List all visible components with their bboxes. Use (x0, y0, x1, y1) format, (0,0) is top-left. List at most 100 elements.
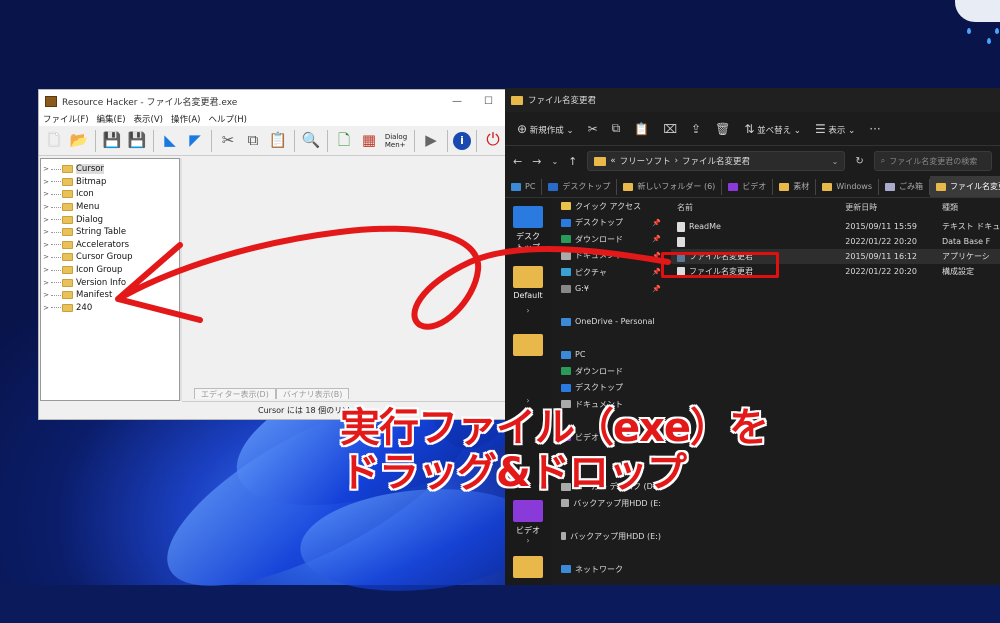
copy-icon[interactable]: ⧉ (242, 130, 264, 152)
add-image-icon[interactable]: ▦ (358, 130, 380, 152)
rail-folder[interactable] (513, 556, 543, 581)
tree-item-icon[interactable]: > Icon (41, 188, 179, 201)
tree-item-icon-group[interactable]: > Icon Group (41, 264, 179, 277)
compile-back-icon[interactable]: ◣ (159, 130, 181, 152)
share-icon[interactable]: ⇪ (691, 122, 701, 136)
tab-new-folder[interactable]: 新しいフォルダー (6) (617, 178, 723, 195)
plus-icon: ⊕ (517, 121, 528, 136)
new-file-icon[interactable]: 🗋 (43, 130, 65, 152)
nav-item-label: ドキュメント (575, 251, 623, 261)
tree-item-menu[interactable]: > Menu (41, 201, 179, 214)
tab-editor-view[interactable]: エディター表示(D) (194, 388, 276, 399)
weather-widget[interactable] (955, 0, 1000, 22)
dialog-menu-button[interactable]: Dialog Men+ (383, 130, 409, 152)
run-icon[interactable]: ▶ (420, 130, 442, 152)
nav-item[interactable]: ダウンロード (561, 363, 661, 380)
nav-item[interactable]: デスクトップ (561, 380, 661, 397)
file-row[interactable]: 2022/01/22 20:20 Data Base F (671, 234, 1000, 249)
rail-folder[interactable] (513, 334, 543, 359)
delete-icon[interactable]: 🗑 (715, 122, 730, 136)
maximize-button[interactable]: ☐ (484, 96, 493, 107)
rail-default[interactable]: Default (513, 266, 543, 300)
tab-current-folder[interactable]: ファイル名変更君 (930, 176, 1000, 197)
nav-item[interactable]: クイック アクセス (561, 198, 661, 215)
cut-icon[interactable]: ✂ (588, 122, 598, 136)
add-resource-icon[interactable]: 🗋 (333, 130, 355, 152)
tree-item-240[interactable]: >240 (41, 302, 179, 315)
recycle-bin-icon (885, 182, 896, 191)
expand-chevron-icon[interactable]: › (513, 536, 543, 545)
up-arrow-icon[interactable]: ↑ (568, 155, 577, 168)
menu-file[interactable]: ファイル(F) (43, 113, 89, 125)
info-icon[interactable]: i (453, 131, 471, 150)
tree-item-accelerators[interactable]: > Accelerators (41, 239, 179, 252)
view-button[interactable]: ☰ 表示 ⌄ (815, 122, 855, 136)
save-as-icon[interactable]: 💾 (126, 130, 148, 152)
menu-view[interactable]: 表示(V) (134, 113, 163, 125)
file-row[interactable]: ReadMe 2015/09/11 15:59 テキスト ドキュ (671, 219, 1000, 234)
tree-item-cursor[interactable]: > Cursor (41, 163, 179, 176)
more-icon[interactable]: ··· (869, 122, 880, 136)
nav-item[interactable]: ピクチャ 📌 (561, 264, 661, 281)
nav-item[interactable]: OneDrive - Personal (561, 314, 661, 331)
menu-action[interactable]: 操作(A) (171, 113, 200, 125)
tab-binary-view[interactable]: バイナリ表示(B) (275, 388, 350, 399)
tree-item-dialog[interactable]: > Dialog (41, 213, 179, 226)
nav-item[interactable]: デスクトップ 📌 (561, 215, 661, 232)
tree-item-cursor-group[interactable]: > Cursor Group (41, 251, 179, 264)
nav-item[interactable]: ドキュメント 📌 (561, 248, 661, 265)
back-arrow-icon[interactable]: ← (513, 155, 522, 168)
tree-item-bitmap[interactable]: > Bitmap (41, 176, 179, 189)
tree-item-manifest[interactable]: > Manifest (41, 289, 179, 302)
expand-chevron-icon[interactable]: › (513, 246, 543, 255)
editor-pane[interactable] (182, 158, 507, 388)
nav-item[interactable]: G:¥ 📌 (561, 281, 661, 298)
nav-item[interactable]: PC (561, 347, 661, 364)
path-segment[interactable]: ファイル名変更君 (682, 155, 750, 167)
folder-icon (822, 182, 833, 191)
tab-desktop[interactable]: デスクトップ (542, 178, 618, 195)
tab-windows[interactable]: Windows (816, 178, 880, 195)
rail-video[interactable]: ビデオ (513, 500, 543, 536)
save-icon[interactable]: 💾 (101, 130, 123, 152)
paste-icon[interactable]: 📋 (634, 122, 649, 136)
address-path[interactable]: « フリーソフト › ファイル名変更君 ⌄ (587, 151, 846, 171)
nav-item-icon (561, 532, 567, 541)
tab-material[interactable]: 素材 (773, 178, 817, 195)
paste-icon[interactable]: 📋 (267, 130, 289, 152)
folder-icon (511, 95, 523, 105)
menu-edit[interactable]: 編集(E) (97, 113, 126, 125)
sort-button[interactable]: ⇅ 並べ替え ⌄ (744, 122, 801, 136)
search-icon[interactable]: 🔍 (300, 130, 322, 152)
nav-item[interactable]: バックアップ用HDD (E:) (561, 528, 661, 545)
rename-icon[interactable]: ⌧ (663, 122, 677, 136)
column-name[interactable]: 名前 (671, 202, 845, 213)
recent-chevron-icon[interactable]: ⌄ (551, 157, 558, 166)
nav-item-label: ダウンロード (575, 234, 623, 244)
nav-item[interactable]: ネットワーク (561, 561, 661, 578)
tab-recycle-bin[interactable]: ごみ箱 (879, 178, 931, 195)
nav-item[interactable]: ダウンロード 📌 (561, 231, 661, 248)
copy-icon[interactable]: ⧉ (612, 121, 621, 136)
path-segment[interactable]: フリーソフト (620, 155, 671, 167)
column-date[interactable]: 更新日時 (845, 202, 942, 213)
refresh-icon[interactable]: ↻ (855, 156, 863, 167)
forward-arrow-icon[interactable]: → (532, 155, 541, 168)
tree-item-string-table[interactable]: > String Table (41, 226, 179, 239)
path-overflow[interactable]: « (610, 156, 615, 166)
menu-help[interactable]: ヘルプ(H) (208, 113, 247, 125)
expand-chevron-icon[interactable]: › (513, 306, 543, 315)
open-file-icon[interactable]: 📂 (68, 130, 90, 152)
tree-item-version-info[interactable]: > Version Info (41, 276, 179, 289)
power-icon[interactable]: ⏻ (482, 130, 504, 152)
search-input[interactable]: ⌕ ファイル名変更君の検索 (873, 151, 992, 171)
column-type[interactable]: 種類 (942, 202, 1000, 213)
compile-forward-icon[interactable]: ◤ (184, 130, 206, 152)
cut-icon[interactable]: ✂ (217, 130, 239, 152)
tab-pc[interactable]: PC (505, 178, 543, 195)
minimize-button[interactable]: — (452, 96, 462, 107)
chevron-down-icon[interactable]: ⌄ (832, 157, 845, 166)
tab-video[interactable]: ビデオ (722, 178, 774, 195)
rh-menu-bar: ファイル(F) 編集(E) 表示(V) 操作(A) ヘルプ(H) (39, 112, 507, 126)
new-button[interactable]: ⊕ 新規作成 ⌄ (517, 122, 574, 136)
